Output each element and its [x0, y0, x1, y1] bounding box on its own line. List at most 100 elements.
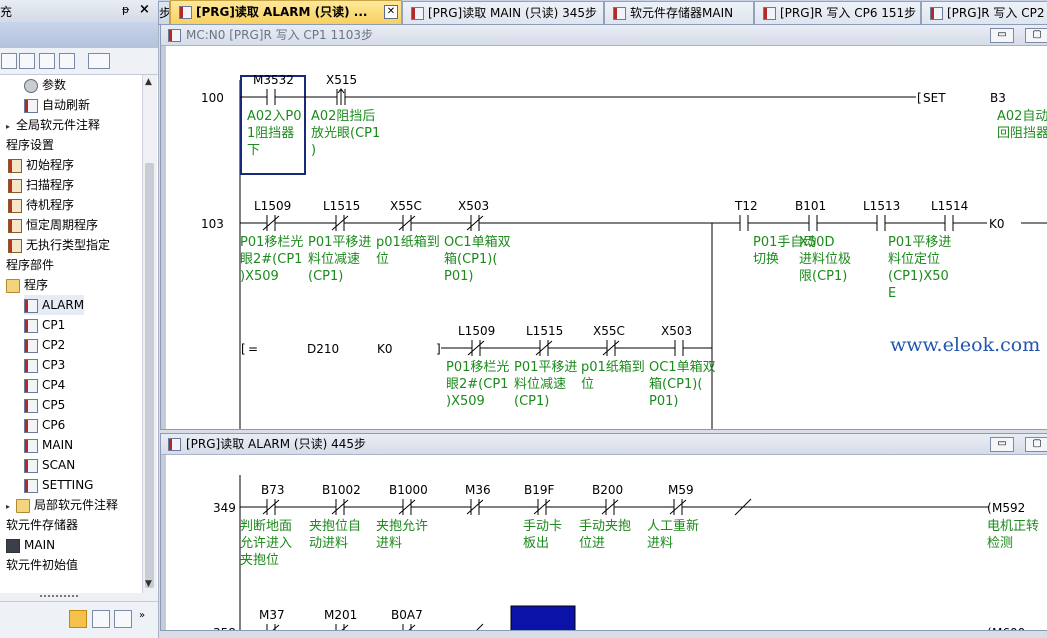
gear-icon: [24, 78, 38, 93]
tree-item-参数[interactable]: 参数: [24, 75, 66, 95]
tree-item-label: 恒定周期程序: [26, 218, 99, 232]
tree-item-label: 扫描程序: [26, 178, 75, 192]
tree-item-cp2[interactable]: CP2: [24, 335, 65, 355]
contact-b0a7[interactable]: [399, 624, 416, 630]
info-icon[interactable]: [39, 53, 55, 69]
more-icon[interactable]: »: [139, 610, 145, 621]
tab-alarm[interactable]: [PRG]读取 ALARM (只读) ... ✕: [170, 0, 402, 25]
scroll-up-icon[interactable]: ▲: [145, 77, 152, 87]
ladder-diagram[interactable]: 349 B73 判断地面允许进入夹抱位 B1002 夹抱位自动进料 B1000 夹抱允许进料…: [161, 455, 1047, 630]
tree-item-待机程序[interactable]: 待机程序: [8, 195, 74, 215]
contact-x503[interactable]: [674, 340, 684, 356]
selection-block[interactable]: [510, 605, 576, 630]
maximize-icon[interactable]: ▢: [1025, 437, 1047, 452]
compare-operand-b: K0: [377, 342, 393, 356]
tree-item-程序[interactable]: 程序: [6, 275, 48, 295]
tab-main-readonly[interactable]: [PRG]读取 MAIN (只读) 345步: [402, 1, 604, 24]
monitor-icon: [6, 538, 20, 553]
tree-item-cp4[interactable]: CP4: [24, 375, 65, 395]
module-view-icon[interactable]: [114, 610, 132, 628]
device-comment: A02自动: [997, 109, 1047, 124]
tree-item-main[interactable]: MAIN: [6, 535, 55, 555]
tree-item-自动刷新[interactable]: 自动刷新: [24, 95, 90, 115]
contact-m201[interactable]: [332, 624, 349, 630]
tree-item-软元件存储器[interactable]: 软元件存储器: [6, 515, 78, 535]
minimize-icon[interactable]: ▭: [990, 437, 1014, 452]
tree-item-程序部件[interactable]: 程序部件: [6, 255, 54, 275]
contact-slash: [408, 624, 416, 630]
contact-m37[interactable]: [263, 624, 280, 630]
ladder-diagram[interactable]: 100M3532A02入P01阻挡器下X515A02阻挡后放光眼(CP1)[SE…: [161, 46, 1047, 429]
panel-splitter[interactable]: [0, 593, 158, 601]
tree-item-程序设置[interactable]: 程序设置: [6, 135, 54, 155]
tree-item-初始程序[interactable]: 初始程序: [8, 155, 74, 175]
contact-x515[interactable]: [336, 88, 346, 105]
refresh-icon[interactable]: [59, 53, 75, 69]
maximize-icon[interactable]: ▢: [1025, 28, 1047, 43]
panel-title-bar: 充 ᵽ ×: [0, 0, 158, 23]
pin-icon[interactable]: ᵽ: [122, 3, 129, 16]
compare-operand-a: D210: [307, 342, 339, 356]
tree-item-恒定周期程序[interactable]: 恒定周期程序: [8, 215, 98, 235]
folder-icon: [16, 498, 30, 513]
tree-item-无执行类型指定[interactable]: 无执行类型指定: [8, 235, 110, 255]
tree-item-全局软元件注释[interactable]: ▸ 全局软元件注释: [6, 115, 100, 135]
project-navigation-panel: 充 ᵽ × 参数自动刷新 ▸ 全局软元件注释 程序设置初始程序扫描程序待机程序恒定周期…: [0, 0, 159, 638]
device-comment: 进料: [376, 536, 402, 551]
contact-l1514[interactable]: [944, 215, 954, 231]
tree-item-setting[interactable]: SETTING: [24, 475, 93, 495]
ladder-program-icon: [179, 6, 192, 19]
tree-item-软元件初始值[interactable]: 软元件初始值: [6, 555, 78, 575]
tree-item-扫描程序[interactable]: 扫描程序: [8, 175, 74, 195]
tree-item-cp1[interactable]: CP1: [24, 315, 65, 335]
tree-item-label: 初始程序: [26, 158, 75, 172]
navigation-view-icon[interactable]: [69, 610, 87, 628]
tree-item-cp6[interactable]: CP6: [24, 415, 65, 435]
cursor-box[interactable]: [240, 75, 306, 175]
step-number: 349: [213, 501, 236, 515]
tab-label: 软元件存储器MAIN: [630, 6, 734, 20]
expand-icon[interactable]: ▸: [6, 117, 15, 137]
tree-item-alarm[interactable]: ALARM: [24, 295, 85, 315]
tab-cp6[interactable]: [PRG]R 写入 CP6 151步: [754, 1, 921, 24]
ladder-program-icon: [168, 438, 181, 451]
tab-device-memory[interactable]: 软元件存储器MAIN: [604, 1, 754, 24]
contact-b101[interactable]: [808, 215, 818, 231]
device-comment: ): [311, 143, 316, 158]
doc-icon: [24, 378, 38, 393]
device-comment: P01): [444, 269, 473, 284]
coil-paren: (: [987, 501, 992, 515]
parts-library-icon[interactable]: [92, 610, 110, 628]
tree-item-label: 参数: [42, 78, 67, 92]
panel-vertical-scrollbar[interactable]: ▲ ▼: [142, 75, 157, 593]
tab-cp2[interactable]: [PRG]R 写入 CP2 2: [921, 1, 1047, 24]
open-icon[interactable]: [1, 53, 17, 69]
tree-item-main[interactable]: MAIN: [24, 435, 73, 455]
coil-paren: (: [987, 626, 992, 630]
tree-item-label: 无执行类型指定: [26, 238, 111, 252]
tab-partial-left[interactable]: 步: [158, 1, 170, 24]
copy-icon[interactable]: [19, 53, 35, 69]
window-title-bar: [PRG]读取 ALARM (只读) 445步 ▭ ▢: [161, 434, 1047, 455]
program-menu-icon[interactable]: [88, 53, 110, 69]
contact-t12[interactable]: [739, 215, 749, 231]
contact-l1513[interactable]: [876, 215, 886, 231]
device-label: L1515: [526, 324, 563, 338]
tree-item-label: 程序部件: [6, 258, 55, 272]
contact-m3532[interactable]: [266, 89, 276, 105]
minimize-icon[interactable]: ▭: [990, 28, 1014, 43]
tree-item-scan[interactable]: SCAN: [24, 455, 75, 475]
tree-item-label: CP5: [42, 398, 66, 412]
scroll-down-icon[interactable]: ▼: [145, 579, 152, 589]
tree-item-局部软元件注释[interactable]: ▸ 局部软元件注释: [6, 495, 118, 515]
scrollbar-thumb[interactable]: [145, 163, 154, 588]
tree-item-cp3[interactable]: CP3: [24, 355, 65, 375]
tree-item-label: SCAN: [42, 458, 76, 472]
tree-item-label: 自动刷新: [42, 98, 91, 112]
tab-close-icon[interactable]: ✕: [384, 5, 398, 19]
close-icon[interactable]: ×: [139, 2, 150, 17]
tree-item-cp5[interactable]: CP5: [24, 395, 65, 415]
expand-icon[interactable]: ▸: [6, 497, 15, 517]
device-comment: 手动卡: [523, 519, 562, 534]
panel-title: 充: [0, 5, 13, 19]
